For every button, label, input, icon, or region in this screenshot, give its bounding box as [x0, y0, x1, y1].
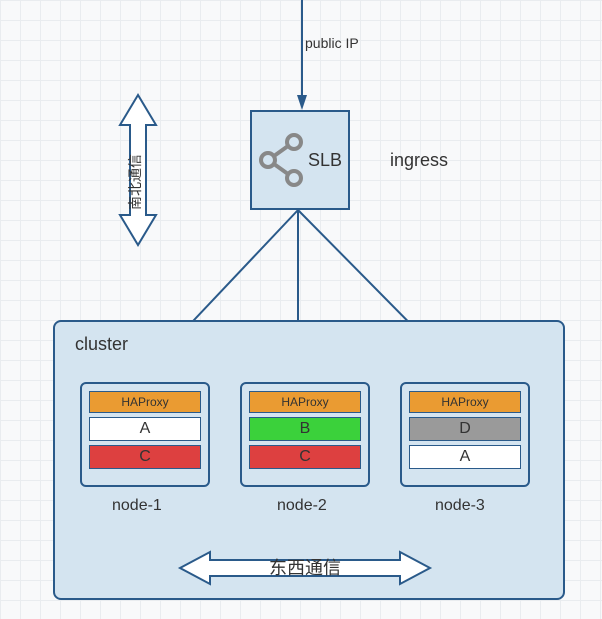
node-box-1: HAProxy A C: [80, 382, 210, 487]
haproxy-label-2: HAProxy: [249, 391, 361, 413]
node-box-3: HAProxy D A: [400, 382, 530, 487]
cluster-box: cluster HAProxy A C node-1 HAProxy B C n…: [53, 320, 565, 600]
svc-box: D: [409, 417, 521, 441]
cluster-label: cluster: [75, 334, 128, 355]
node-label-2: node-2: [277, 497, 327, 515]
haproxy-label-3: HAProxy: [409, 391, 521, 413]
svc-box: B: [249, 417, 361, 441]
node-label-1: node-1: [112, 497, 162, 515]
svc-box: A: [89, 417, 201, 441]
svc-box: C: [249, 445, 361, 469]
node-label-3: node-3: [435, 497, 485, 515]
svc-box: C: [89, 445, 201, 469]
node-box-2: HAProxy B C: [240, 382, 370, 487]
haproxy-label-1: HAProxy: [89, 391, 201, 413]
east-west-label: 东西通信: [269, 554, 341, 580]
svc-box: A: [409, 445, 521, 469]
